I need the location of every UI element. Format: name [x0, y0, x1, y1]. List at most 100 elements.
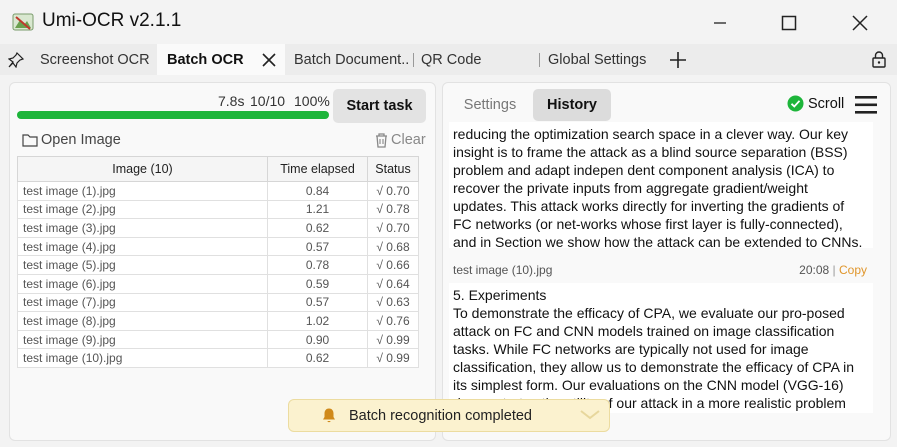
- row-image-name: test image (9).jpg: [17, 329, 268, 350]
- row-image-name: test image (4).jpg: [17, 236, 268, 257]
- row-time-elapsed: 0.62: [267, 348, 368, 368]
- table-header-row: Image (10) Time elapsed Status: [17, 156, 419, 182]
- tab-screenshot-ocr[interactable]: Screenshot OCR: [40, 44, 152, 75]
- toast-message: Batch recognition completed: [349, 407, 532, 424]
- row-image-name: test image (8).jpg: [17, 311, 268, 331]
- tab-batch-document[interactable]: Batch Document...: [294, 44, 410, 75]
- row-status: √ 0.76: [367, 311, 419, 331]
- row-time-elapsed: 0.84: [267, 181, 368, 201]
- app-logo-icon: [12, 13, 34, 31]
- row-image-name: test image (5).jpg: [17, 255, 268, 275]
- ocr-text-line: To demonstrate the efficacy of CPA, we e…: [453, 305, 845, 321]
- pin-tab-button[interactable]: [8, 44, 28, 75]
- tab-separator: [539, 53, 540, 67]
- progress-bar: [17, 111, 329, 119]
- row-time-elapsed: 0.59: [267, 273, 368, 294]
- table-row[interactable]: test image (8).jpg 1.02 √ 0.76: [17, 311, 419, 331]
- ocr-text-line: FC networks (or net-works whose first la…: [453, 216, 843, 232]
- tab-history-panel[interactable]: History: [533, 89, 611, 121]
- row-time-elapsed: 1.02: [267, 311, 368, 331]
- results-table: Image (10) Time elapsed Status test imag…: [17, 156, 419, 368]
- bell-icon: [323, 408, 335, 423]
- tab-qr-code[interactable]: QR Code: [421, 44, 533, 75]
- trash-icon: [376, 133, 387, 148]
- clear-button[interactable]: Clear: [374, 132, 426, 148]
- row-time-elapsed: 0.78: [267, 255, 368, 275]
- table-row[interactable]: test image (7).jpg 0.57 √ 0.63: [17, 292, 419, 313]
- ocr-text-line: updates. This attack works directly for …: [453, 198, 845, 214]
- result-time: 20:08: [799, 263, 830, 277]
- table-row[interactable]: test image (1).jpg 0.84 √ 0.70: [17, 181, 419, 201]
- column-header-image[interactable]: Image (10): [17, 156, 268, 182]
- minimize-button[interactable]: [697, 6, 743, 40]
- table-row[interactable]: test image (6).jpg 0.59 √ 0.64: [17, 273, 419, 294]
- scroll-toggle[interactable]: Scroll: [787, 95, 844, 112]
- row-image-name: test image (3).jpg: [17, 218, 268, 238]
- table-row[interactable]: test image (3).jpg 0.62 √ 0.70: [17, 218, 419, 238]
- pin-icon: [8, 51, 24, 68]
- row-image-name: test image (1).jpg: [17, 181, 268, 201]
- lock-tabs-button[interactable]: [871, 44, 891, 75]
- row-status: √ 0.70: [367, 181, 419, 201]
- row-image-name: test image (10).jpg: [17, 348, 268, 368]
- progress-count: 10/10: [250, 93, 286, 109]
- table-row[interactable]: test image (2).jpg 1.21 √ 0.78: [17, 199, 419, 220]
- ocr-text-line: problem and adapt indepen dent component…: [453, 162, 835, 178]
- ocr-result-text-1[interactable]: reducing the optimization search space i…: [449, 122, 873, 248]
- table-row[interactable]: test image (9).jpg 0.90 √ 0.99: [17, 329, 419, 350]
- folder-icon: [22, 134, 38, 147]
- open-image-label: Open Image: [41, 132, 121, 148]
- ocr-text-line: reducing the optimization search space i…: [453, 126, 849, 142]
- start-task-button[interactable]: Start task: [333, 89, 426, 123]
- result-filename: test image (10).jpg: [453, 263, 553, 277]
- close-window-button[interactable]: [837, 6, 883, 40]
- ocr-text-line: recover the private inputs from aggregat…: [453, 180, 808, 196]
- tab-settings-panel[interactable]: Settings: [449, 89, 531, 121]
- close-icon: [852, 15, 868, 31]
- row-status: √ 0.64: [367, 273, 419, 294]
- row-image-name: test image (6).jpg: [17, 273, 268, 294]
- tab-batch-ocr[interactable]: Batch OCR: [157, 44, 285, 75]
- progress-bar-fill: [17, 111, 329, 119]
- ocr-text-line: its simplest form. Our evaluations on th…: [453, 377, 844, 393]
- tab-global-settings[interactable]: Global Settings: [548, 44, 663, 75]
- close-tab-icon[interactable]: [262, 53, 276, 67]
- minimize-icon: [714, 22, 726, 24]
- row-status: √ 0.68: [367, 236, 419, 257]
- progress-percent: 100%: [294, 93, 330, 109]
- title-bar: Umi-OCR v2.1.1: [0, 0, 897, 44]
- row-image-name: test image (7).jpg: [17, 292, 268, 313]
- row-time-elapsed: 1.21: [267, 199, 368, 220]
- result-time-copy: 20:08 | Copy: [799, 263, 867, 277]
- column-header-status[interactable]: Status: [367, 156, 419, 182]
- menu-icon[interactable]: [855, 95, 877, 115]
- row-status: √ 0.99: [367, 348, 419, 368]
- elapsed-time: 7.8s: [218, 93, 245, 109]
- row-status: √ 0.63: [367, 292, 419, 313]
- tab-bar: Screenshot OCR Batch OCR Batch Document.…: [0, 44, 897, 75]
- ocr-result-text-2[interactable]: 5. Experiments To demonstrate the efficac…: [449, 283, 873, 413]
- add-tab-button[interactable]: [669, 44, 691, 75]
- row-time-elapsed: 0.57: [267, 292, 368, 313]
- table-row[interactable]: test image (10).jpg 0.62 √ 0.99: [17, 348, 419, 368]
- history-panel: Settings History Scroll reducing the opt…: [442, 82, 891, 441]
- ocr-text-line: tasks. While FC networks are typically n…: [453, 341, 809, 357]
- chevron-down-icon[interactable]: [579, 409, 601, 421]
- table-row[interactable]: test image (4).jpg 0.57 √ 0.68: [17, 236, 419, 257]
- open-image-button[interactable]: Open Image: [22, 132, 121, 148]
- maximize-button[interactable]: [766, 6, 812, 40]
- notification-toast: Batch recognition completed: [288, 399, 610, 432]
- tab-separator: [413, 53, 414, 67]
- result-meta: test image (10).jpg 20:08 | Copy: [453, 263, 867, 277]
- copy-button[interactable]: Copy: [839, 263, 867, 277]
- column-header-time[interactable]: Time elapsed: [267, 156, 368, 182]
- row-time-elapsed: 0.90: [267, 329, 368, 350]
- batch-task-panel: 7.8s 10/10 100% Start task Open Image Cl…: [9, 82, 436, 441]
- lock-icon: [872, 51, 886, 68]
- table-row[interactable]: test image (5).jpg 0.78 √ 0.66: [17, 255, 419, 275]
- row-status: √ 0.78: [367, 199, 419, 220]
- ocr-text-line: classification, they allow us to demonst…: [453, 359, 855, 375]
- row-status: √ 0.70: [367, 218, 419, 238]
- row-status: √ 0.99: [367, 329, 419, 350]
- ocr-text-line: and in Section we show how the attack ca…: [453, 234, 863, 248]
